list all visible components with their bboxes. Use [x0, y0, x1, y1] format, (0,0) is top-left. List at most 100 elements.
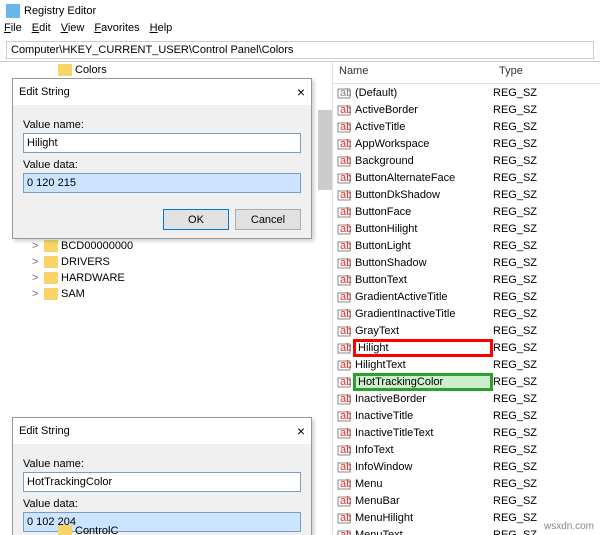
value-row-buttonlight[interactable]: abButtonLightREG_SZ — [333, 237, 600, 254]
string-value-icon: ab — [337, 494, 351, 508]
value-type: REG_SZ — [493, 478, 600, 490]
value-name: HilightText — [353, 359, 493, 371]
value-name-input[interactable] — [23, 133, 301, 153]
tree-scrollbar[interactable] — [318, 110, 332, 190]
tree-label: DRIVERS — [61, 256, 110, 268]
value-row-menubar[interactable]: abMenuBarREG_SZ — [333, 492, 600, 509]
value-row-buttondkshadow[interactable]: abButtonDkShadowREG_SZ — [333, 186, 600, 203]
value-row-hilight[interactable]: abHilightREG_SZ — [333, 339, 600, 356]
tree-item-drivers[interactable]: > DRIVERS — [0, 254, 332, 270]
menu-file[interactable]: File — [4, 22, 22, 40]
string-value-icon: ab — [337, 341, 351, 355]
string-value-icon: ab — [337, 324, 351, 338]
ok-button[interactable]: OK — [163, 209, 229, 230]
value-data-input[interactable] — [23, 173, 301, 193]
tree-item-colors[interactable]: Colors — [0, 62, 332, 78]
value-row-background[interactable]: abBackgroundREG_SZ — [333, 152, 600, 169]
value-name-label: Value name: — [23, 458, 301, 470]
value-row-gradientactivetitle[interactable]: abGradientActiveTitleREG_SZ — [333, 288, 600, 305]
value-row-buttonalternateface[interactable]: abButtonAlternateFaceREG_SZ — [333, 169, 600, 186]
cancel-button[interactable]: Cancel — [235, 209, 301, 230]
expand-arrow-icon[interactable]: > — [32, 256, 44, 268]
svg-text:ab: ab — [340, 104, 351, 116]
value-row-inactivetitle[interactable]: abInactiveTitleREG_SZ — [333, 407, 600, 424]
value-name-input[interactable] — [23, 472, 301, 492]
address-bar[interactable]: Computer\HKEY_CURRENT_USER\Control Panel… — [6, 41, 594, 59]
value-row-infotext[interactable]: abInfoTextREG_SZ — [333, 441, 600, 458]
close-icon[interactable]: × — [297, 423, 305, 439]
value-name: Menu — [353, 478, 493, 490]
tree-item-hardware[interactable]: >HARDWARE — [0, 270, 332, 286]
value-name: Background — [353, 155, 493, 167]
value-row-buttonhilight[interactable]: abButtonHilightREG_SZ — [333, 220, 600, 237]
svg-text:ab: ab — [340, 223, 351, 235]
value-name: GradientInactiveTitle — [353, 308, 493, 320]
value-row-activetitle[interactable]: abActiveTitleREG_SZ — [333, 118, 600, 135]
value-type: REG_SZ — [493, 206, 600, 218]
value-row-infowindow[interactable]: abInfoWindowREG_SZ — [333, 458, 600, 475]
menu-help[interactable]: Help — [150, 22, 173, 40]
value-row-buttonshadow[interactable]: abButtonShadowREG_SZ — [333, 254, 600, 271]
value-name: InactiveTitle — [353, 410, 493, 422]
value-row-graytext[interactable]: abGrayTextREG_SZ — [333, 322, 600, 339]
list-header[interactable]: Name Type — [333, 62, 600, 84]
string-value-icon: ab — [337, 358, 351, 372]
expand-arrow-icon[interactable]: > — [32, 272, 44, 284]
value-name: ButtonHilight — [353, 223, 493, 235]
value-type: REG_SZ — [493, 342, 600, 354]
svg-text:ab: ab — [340, 359, 351, 371]
value-row--default-[interactable]: ab(Default)REG_SZ — [333, 84, 600, 101]
svg-text:ab: ab — [340, 206, 351, 218]
menu-edit[interactable]: Edit — [32, 22, 51, 40]
value-row-menu[interactable]: abMenuREG_SZ — [333, 475, 600, 492]
column-name[interactable]: Name — [333, 62, 493, 83]
value-name: ButtonShadow — [353, 257, 493, 269]
value-row-inactivetitletext[interactable]: abInactiveTitleTextREG_SZ — [333, 424, 600, 441]
value-row-activeborder[interactable]: abActiveBorderREG_SZ — [333, 101, 600, 118]
value-type: REG_SZ — [493, 308, 600, 320]
window-title: Registry Editor — [24, 5, 96, 17]
address-text: Computer\HKEY_CURRENT_USER\Control Panel… — [11, 44, 293, 56]
edit-string-dialog-hottracking: Edit String × Value name: Value data: OK… — [12, 417, 312, 535]
value-row-buttontext[interactable]: abButtonTextREG_SZ — [333, 271, 600, 288]
menu-view[interactable]: View — [61, 22, 85, 40]
tree-item-bcd00000000[interactable]: > BCD00000000 — [0, 238, 332, 254]
menu-favorites[interactable]: Favorites — [94, 22, 139, 40]
tree-label: SAM — [61, 288, 85, 300]
value-name: ActiveTitle — [353, 121, 493, 133]
svg-text:ab: ab — [340, 444, 351, 456]
value-row-inactiveborder[interactable]: abInactiveBorderREG_SZ — [333, 390, 600, 407]
value-row-hottrackingcolor[interactable]: abHotTrackingColorREG_SZ — [333, 373, 600, 390]
svg-text:ab: ab — [340, 478, 351, 490]
tree-item-controlc[interactable]: ControlC — [0, 523, 332, 535]
string-value-icon: ab — [337, 222, 351, 236]
values-list[interactable]: Name Type ab(Default)REG_SZabActiveBorde… — [332, 62, 600, 535]
value-row-gradientinactivetitle[interactable]: abGradientInactiveTitleREG_SZ — [333, 305, 600, 322]
expand-arrow-icon[interactable]: > — [32, 240, 44, 252]
string-value-icon: ab — [337, 239, 351, 253]
value-name: ButtonFace — [353, 206, 493, 218]
svg-text:ab: ab — [340, 427, 351, 439]
tree-panel[interactable]: ColorsCursors Edit String × Value name: … — [0, 62, 332, 535]
close-icon[interactable]: × — [297, 84, 305, 100]
value-type: REG_SZ — [493, 138, 600, 150]
value-name-label: Value name: — [23, 119, 301, 131]
value-type: REG_SZ — [493, 291, 600, 303]
watermark: wsxdn.com — [544, 521, 594, 532]
value-row-buttonface[interactable]: abButtonFaceREG_SZ — [333, 203, 600, 220]
string-value-icon: ab — [337, 273, 351, 287]
value-type: REG_SZ — [493, 121, 600, 133]
tree-label: BCD00000000 — [61, 240, 133, 252]
value-row-appworkspace[interactable]: abAppWorkspaceREG_SZ — [333, 135, 600, 152]
value-row-hilighttext[interactable]: abHilightTextREG_SZ — [333, 356, 600, 373]
edit-string-dialog-hilight: Edit String × Value name: Value data: OK… — [12, 78, 312, 239]
tree-item-sam[interactable]: > SAM — [0, 286, 332, 302]
value-type: REG_SZ — [493, 172, 600, 184]
titlebar: Registry Editor — [0, 0, 600, 22]
svg-text:ab: ab — [340, 308, 351, 320]
svg-text:ab: ab — [340, 342, 351, 354]
value-data-label: Value data: — [23, 159, 301, 171]
column-type[interactable]: Type — [493, 62, 600, 83]
expand-arrow-icon[interactable]: > — [32, 288, 44, 300]
string-value-icon: ab — [337, 290, 351, 304]
